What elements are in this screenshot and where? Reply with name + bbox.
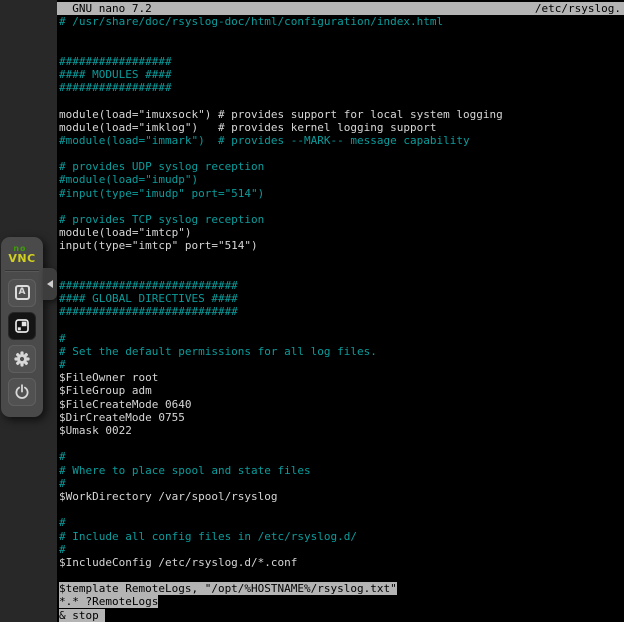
editor-line[interactable]: module(load="imuxsock") # provides suppo… (59, 108, 624, 121)
editor-line[interactable] (59, 28, 624, 41)
novnc-logo-vnc: VNC (8, 253, 35, 264)
editor-line[interactable] (59, 147, 624, 160)
editor-line[interactable]: ########################### (59, 305, 624, 318)
editor-line[interactable]: #module(load="immark") # provides --MARK… (59, 134, 624, 147)
editor-line[interactable]: *.* ?RemoteLogs (59, 595, 624, 608)
disconnect-button[interactable] (8, 378, 36, 406)
editor-line[interactable]: module(load="imtcp") (59, 226, 624, 239)
editor-line[interactable]: # /usr/share/doc/rsyslog-doc/html/config… (59, 15, 624, 28)
editor-line[interactable] (59, 253, 624, 266)
editor-line[interactable]: $template RemoteLogs, "/opt/%HOSTNAME%/r… (59, 582, 624, 595)
panel-collapse-handle[interactable] (43, 268, 57, 300)
keyboard-a-icon: A (15, 285, 30, 300)
editor-lines[interactable]: # /usr/share/doc/rsyslog-doc/html/config… (57, 15, 624, 622)
editor-line[interactable]: # (59, 332, 624, 345)
editor-line[interactable] (59, 42, 624, 55)
editor-line[interactable]: $IncludeConfig /etc/rsyslog.d/*.conf (59, 556, 624, 569)
editor-line[interactable]: # provides UDP syslog reception (59, 160, 624, 173)
editor-line[interactable]: ################# (59, 55, 624, 68)
collapse-arrow-icon (47, 280, 53, 288)
fullscreen-button[interactable] (8, 312, 36, 340)
editor-line[interactable] (59, 569, 624, 582)
editor-line[interactable]: # (59, 516, 624, 529)
editor-line[interactable] (59, 94, 624, 107)
editor-line[interactable]: ################# (59, 81, 624, 94)
editor-line[interactable]: $FileOwner root (59, 371, 624, 384)
editor-line[interactable]: & stop (59, 609, 624, 622)
settings-button[interactable] (8, 345, 36, 373)
power-icon (14, 384, 30, 400)
editor-line[interactable] (59, 319, 624, 332)
editor-line[interactable]: input(type="imtcp" port="514") (59, 239, 624, 252)
editor-line[interactable] (59, 503, 624, 516)
editor-line[interactable]: # Set the default permissions for all lo… (59, 345, 624, 358)
editor-line[interactable]: # Include all config files in /etc/rsysl… (59, 530, 624, 543)
editor-line[interactable]: #### GLOBAL DIRECTIVES #### (59, 292, 624, 305)
novnc-logo: no VNC (8, 244, 35, 267)
gear-icon (13, 350, 31, 368)
editor-line[interactable]: #input(type="imudp" port="514") (59, 187, 624, 200)
editor-line[interactable]: # (59, 477, 624, 490)
vnc-control-panel: no VNC A (1, 237, 43, 417)
nano-editor: GNU nano 7.2 /etc/rsyslog. # /usr/share/… (57, 0, 624, 622)
editor-line[interactable]: # (59, 450, 624, 463)
nano-titlebar: GNU nano 7.2 /etc/rsyslog. (57, 2, 624, 15)
editor-line[interactable]: $FileGroup adm (59, 384, 624, 397)
editor-line[interactable]: #module(load="imudp") (59, 173, 624, 186)
extra-keys-button[interactable]: A (8, 279, 36, 307)
editor-line[interactable]: $WorkDirectory /var/spool/rsyslog (59, 490, 624, 503)
screen: no VNC A (0, 0, 624, 622)
editor-line[interactable]: $FileCreateMode 0640 (59, 398, 624, 411)
editor-line[interactable] (59, 437, 624, 450)
editor-line[interactable]: #### MODULES #### (59, 68, 624, 81)
editor-line[interactable]: ########################### (59, 279, 624, 292)
editor-line[interactable]: # Where to place spool and state files (59, 464, 624, 477)
editor-line[interactable]: # (59, 543, 624, 556)
editor-line[interactable]: # provides TCP syslog reception (59, 213, 624, 226)
nano-version: GNU nano 7.2 (59, 2, 152, 15)
panel-divider (5, 270, 39, 272)
editor-line[interactable]: module(load="imklog") # provides kernel … (59, 121, 624, 134)
editor-line[interactable]: # (59, 358, 624, 371)
nano-filename: /etc/rsyslog. (535, 2, 621, 15)
editor-line[interactable]: $DirCreateMode 0755 (59, 411, 624, 424)
editor-line[interactable] (59, 266, 624, 279)
editor-line[interactable]: $Umask 0022 (59, 424, 624, 437)
editor-line[interactable] (59, 200, 624, 213)
fullscreen-icon (14, 318, 30, 334)
